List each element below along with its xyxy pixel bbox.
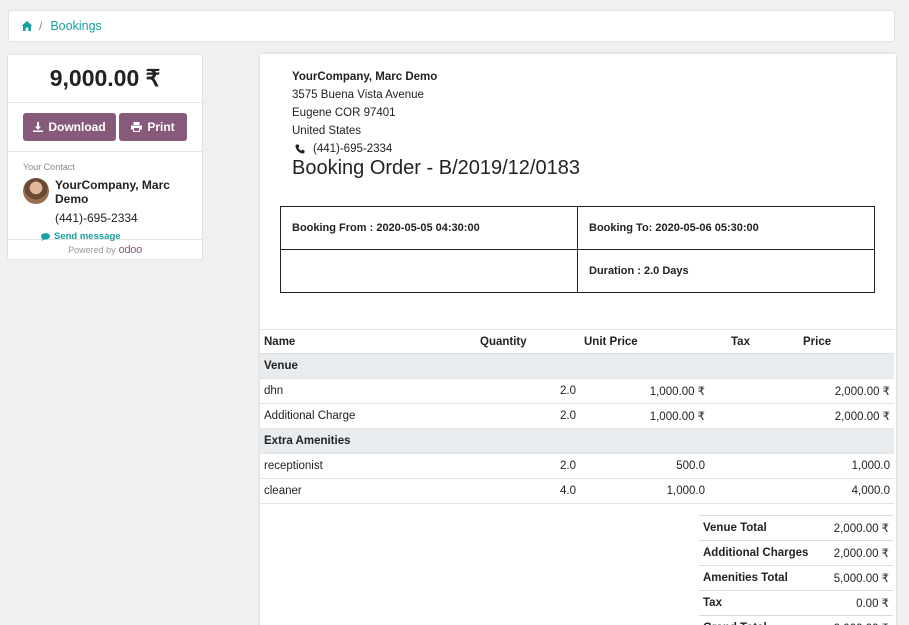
booking-document: YourCompany, Marc Demo 3575 Buena Vista …	[260, 54, 896, 625]
column-header: Price	[799, 329, 894, 354]
booking-empty-cell	[280, 249, 578, 293]
line-price: 4,000.0	[799, 478, 894, 504]
total-label: Grand Total	[699, 615, 824, 625]
line-tax	[709, 403, 799, 429]
total-row: Venue Total 2,000.00 ₹	[699, 515, 893, 541]
phone-icon	[295, 144, 305, 154]
total-value: 2,000.00 ₹	[823, 540, 893, 566]
total-amount: 9,000.00 ₹	[8, 55, 202, 103]
table-row: receptionist 2.0 500.0 1,000.0	[260, 453, 894, 479]
contact-name: YourCompany, Marc Demo	[55, 178, 170, 206]
line-name: Additional Charge	[260, 403, 476, 429]
breadcrumb: / Bookings	[8, 10, 895, 42]
company-address: YourCompany, Marc Demo 3575 Buena Vista …	[292, 68, 437, 158]
print-icon	[131, 122, 143, 132]
powered-by: Powered by odoo	[8, 240, 202, 260]
line-price: 2,000.00 ₹	[799, 403, 894, 429]
total-row: Additional Charges 2,000.00 ₹	[699, 540, 893, 566]
column-header: Unit Price	[580, 329, 709, 354]
line-qty: 2.0	[476, 453, 580, 479]
total-value: 5,000.00 ₹	[823, 565, 893, 591]
total-label: Additional Charges	[699, 540, 824, 566]
line-tax	[709, 453, 799, 479]
line-unit-price: 1,000.00 ₹	[580, 403, 709, 429]
table-row: cleaner 4.0 1,000.0 4,000.0	[260, 478, 894, 504]
order-lines-table: Name Quantity Unit Price Tax Price Venue…	[260, 329, 894, 504]
booking-from: Booking From : 2020-05-05 04:30:00	[280, 206, 578, 250]
send-message-label: Send message	[54, 231, 121, 242]
print-button[interactable]: Print	[119, 113, 187, 141]
company-name: YourCompany, Marc Demo	[292, 71, 438, 83]
breadcrumb-bookings[interactable]: Bookings	[50, 19, 101, 33]
total-value: 9,000.00 ₹	[823, 615, 893, 625]
line-unit-price: 1,000.0	[580, 478, 709, 504]
total-label: Venue Total	[699, 515, 824, 541]
avatar	[23, 178, 49, 204]
booking-to: Booking To: 2020-05-06 05:30:00	[577, 206, 875, 250]
address-line: 3575 Buena Vista Avenue	[292, 89, 424, 101]
column-header: Name	[260, 329, 476, 354]
line-qty: 2.0	[476, 403, 580, 429]
print-label: Print	[147, 120, 175, 134]
powered-by-label: Powered by	[68, 245, 116, 255]
home-icon[interactable]	[21, 20, 33, 32]
action-buttons: Download Print	[8, 103, 202, 152]
download-label: Download	[48, 120, 106, 134]
total-value: 0.00 ₹	[823, 590, 893, 616]
company-phone: (441)-695-2334	[313, 143, 393, 155]
column-header: Quantity	[476, 329, 580, 354]
total-row: Tax 0.00 ₹	[699, 590, 893, 616]
column-header: Tax	[709, 329, 799, 354]
download-button[interactable]: Download	[23, 113, 116, 141]
contact-section: Your Contact YourCompany, Marc Demo (441…	[8, 152, 202, 242]
line-unit-price: 500.0	[580, 453, 709, 479]
download-icon	[33, 122, 44, 132]
section-row: Extra Amenities	[260, 428, 894, 454]
total-value: 2,000.00 ₹	[823, 515, 893, 541]
address-line: United States	[292, 125, 362, 137]
total-row: Amenities Total 5,000.00 ₹	[699, 565, 893, 591]
line-tax	[709, 378, 799, 404]
odoo-logo[interactable]: odoo	[119, 244, 143, 256]
booking-info-table: Booking From : 2020-05-05 04:30:00 Booki…	[280, 206, 875, 293]
address-line: Eugene COR 97401	[292, 107, 396, 119]
line-tax	[709, 478, 799, 504]
table-row: dhn 2.0 1,000.00 ₹ 2,000.00 ₹	[260, 378, 894, 404]
line-qty: 4.0	[476, 478, 580, 504]
total-row: Grand Total 9,000.00 ₹	[699, 615, 893, 625]
line-name: cleaner	[260, 478, 476, 504]
section-row: Venue	[260, 353, 894, 379]
comment-icon	[41, 232, 50, 241]
booking-duration: Duration : 2.0 Days	[577, 249, 875, 293]
sidebar-panel: 9,000.00 ₹ Download Print Your Contact Y…	[7, 54, 203, 260]
line-price: 1,000.0	[799, 453, 894, 479]
total-label: Tax	[699, 590, 824, 616]
total-label: Amenities Total	[699, 565, 824, 591]
section-name: Extra Amenities	[260, 428, 894, 454]
contact-phone: (441)-695-2334	[55, 211, 138, 225]
breadcrumb-separator: /	[39, 19, 43, 33]
line-unit-price: 1,000.00 ₹	[580, 378, 709, 404]
line-name: dhn	[260, 378, 476, 404]
section-name: Venue	[260, 353, 894, 379]
page-title: Booking Order - B/2019/12/0183	[292, 157, 580, 179]
table-row: Additional Charge 2.0 1,000.00 ₹ 2,000.0…	[260, 403, 894, 429]
totals-table: Venue Total 2,000.00 ₹ Additional Charge…	[699, 515, 893, 625]
line-price: 2,000.00 ₹	[799, 378, 894, 404]
line-name: receptionist	[260, 453, 476, 479]
line-qty: 2.0	[476, 378, 580, 404]
contact-heading: Your Contact	[23, 162, 75, 172]
